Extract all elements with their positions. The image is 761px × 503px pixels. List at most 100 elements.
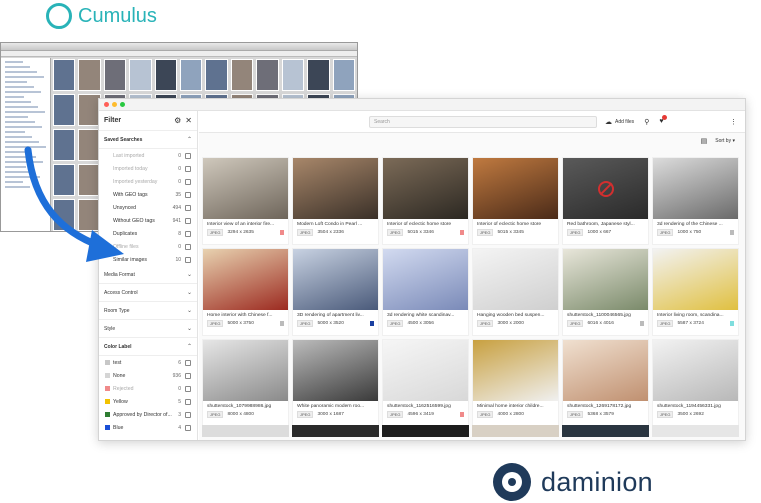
saved-search-checkbox[interactable] bbox=[185, 217, 191, 224]
thumbnail-image-partial[interactable] bbox=[202, 425, 289, 437]
saved-search-item[interactable]: Imported yesterday 0 bbox=[99, 175, 197, 188]
thumbnail-image[interactable] bbox=[653, 249, 738, 310]
thumbnail-image[interactable] bbox=[203, 249, 288, 310]
thumbnail-image[interactable] bbox=[383, 158, 468, 219]
saved-search-item[interactable]: Unsynced 494 bbox=[99, 201, 197, 214]
thumbnail-card[interactable]: Red bathroom, Japanese styl... JPEG 1000 x… bbox=[562, 157, 649, 245]
thumbnail-meta: JPEG 5368 x 3579 bbox=[563, 409, 648, 418]
thumbnail-image[interactable] bbox=[293, 158, 378, 219]
thumbnail-card[interactable]: shutterstock_1269178172.jpg JPEG 5368 x 35… bbox=[562, 339, 649, 427]
thumbnail-card[interactable]: Interior of eclectic home store JPEG 5015 … bbox=[382, 157, 469, 245]
saved-search-item[interactable]: Last imported 0 bbox=[99, 149, 197, 162]
thumbnail-image[interactable] bbox=[473, 158, 558, 219]
thumbnail-card[interactable]: Minimal home interior childre... JPEG 4000… bbox=[472, 339, 559, 427]
thumbnail-image[interactable] bbox=[653, 158, 738, 219]
saved-search-checkbox[interactable] bbox=[185, 243, 191, 250]
thumbnail-image[interactable] bbox=[473, 249, 558, 310]
color-label-checkbox[interactable] bbox=[185, 411, 191, 418]
saved-search-item[interactable]: Duplicates 8 bbox=[99, 227, 197, 240]
favorites-heart-icon[interactable]: ♥ bbox=[659, 115, 668, 125]
saved-search-checkbox[interactable] bbox=[185, 230, 191, 237]
thumbnail-image[interactable] bbox=[563, 158, 648, 219]
saved-search-item[interactable]: Offline files 0 bbox=[99, 240, 197, 253]
thumbnail-image[interactable] bbox=[293, 249, 378, 310]
filter-section-room-type[interactable]: Room Type ⌄ bbox=[99, 302, 197, 320]
thumbnail-meta: JPEG 3000 x 1687 bbox=[293, 409, 378, 418]
thumbnail-card[interactable]: Home interior with Chinese f... JPEG 5000 … bbox=[202, 248, 289, 336]
thumbnail-card[interactable]: 3D rendering of apartment liv... JPEG 5000… bbox=[292, 248, 379, 336]
thumbnail-card[interactable]: Hanging wooden bed suspen... JPEG 3000 x 2… bbox=[472, 248, 559, 336]
saved-search-checkbox[interactable] bbox=[185, 178, 191, 185]
close-window-dot[interactable] bbox=[104, 102, 109, 107]
color-label-header[interactable]: Color Label ⌃ bbox=[99, 338, 197, 356]
thumbnail-card[interactable]: Interior view of an interior fire... JPEG… bbox=[202, 157, 289, 245]
thumbnail-image-partial[interactable] bbox=[652, 425, 739, 437]
tree-line bbox=[5, 156, 36, 158]
thumbnail-image[interactable] bbox=[383, 340, 468, 401]
color-label-checkbox[interactable] bbox=[185, 385, 191, 392]
saved-searches-header[interactable]: Saved Searches ⌃ bbox=[99, 131, 197, 149]
format-badge: JPEG bbox=[657, 320, 674, 327]
thumbnail-image-partial[interactable] bbox=[292, 425, 379, 437]
gear-icon[interactable]: ⚙ bbox=[174, 116, 181, 125]
color-label-item[interactable]: Approved by Director of... 3 bbox=[99, 408, 197, 421]
thumbnail-image[interactable] bbox=[203, 340, 288, 401]
thumbnail-image-partial[interactable] bbox=[472, 425, 559, 437]
thumbnail-image[interactable] bbox=[563, 340, 648, 401]
location-pin-icon[interactable]: ⚲ bbox=[644, 118, 649, 126]
thumbnail-image[interactable] bbox=[563, 249, 648, 310]
saved-search-checkbox[interactable] bbox=[185, 165, 191, 172]
color-label-item[interactable]: test 6 bbox=[99, 356, 197, 369]
color-label-item[interactable]: Rejected 0 bbox=[99, 382, 197, 395]
thumbnail-card[interactable]: 3d rendering of the Chinese ... JPEG 1000 … bbox=[652, 157, 739, 245]
sort-by-button[interactable]: Sort by ▾ bbox=[715, 138, 735, 144]
thumbnail-image[interactable] bbox=[293, 340, 378, 401]
thumbnail-image[interactable] bbox=[653, 340, 738, 401]
view-mode-icon[interactable]: ▤ bbox=[701, 137, 708, 145]
thumbnail-card[interactable]: Interior of eclectic home store JPEG 5015 … bbox=[472, 157, 559, 245]
saved-search-checkbox[interactable] bbox=[185, 191, 191, 198]
saved-search-count: 35 bbox=[175, 191, 181, 198]
saved-search-item[interactable]: Imported today 0 bbox=[99, 162, 197, 175]
thumbnail-card[interactable]: shutterstock_1162516599.jpg JPEG 4596 x 34… bbox=[382, 339, 469, 427]
minimize-window-dot[interactable] bbox=[112, 102, 117, 107]
saved-search-item[interactable]: Similar images 10 bbox=[99, 253, 197, 266]
color-label-item[interactable]: None 936 bbox=[99, 369, 197, 382]
thumbnail-image[interactable] bbox=[383, 249, 468, 310]
thumbnail-image[interactable] bbox=[473, 340, 558, 401]
saved-search-item[interactable]: With GEO tags 35 bbox=[99, 188, 197, 201]
saved-search-checkbox[interactable] bbox=[185, 256, 191, 263]
thumbnail-card[interactable]: White panoramic modern roo... JPEG 3000 x … bbox=[292, 339, 379, 427]
close-icon[interactable]: ✕ bbox=[185, 116, 192, 125]
filter-section-style[interactable]: Style ⌄ bbox=[99, 320, 197, 338]
thumbnail-card[interactable]: Interior living room, scandina... JPEG 558… bbox=[652, 248, 739, 336]
color-label-checkbox[interactable] bbox=[185, 424, 191, 431]
more-menu-icon[interactable]: ⋮ bbox=[730, 118, 737, 126]
saved-search-checkbox[interactable] bbox=[185, 204, 191, 211]
thumbnail-card[interactable]: shutterstock_1194456331.jpg JPEG 3500 x 26… bbox=[652, 339, 739, 427]
saved-search-checkbox[interactable] bbox=[185, 152, 191, 159]
search-input[interactable]: Search bbox=[369, 115, 597, 128]
thumbnail-image[interactable] bbox=[203, 158, 288, 219]
filter-section-media-format[interactable]: Media Format ⌄ bbox=[99, 266, 197, 284]
thumbnail-card[interactable]: shutterstock_1100046565.jpg JPEG 6016 x 40… bbox=[562, 248, 649, 336]
thumbnail-image-partial[interactable] bbox=[382, 425, 469, 437]
filter-title: Filter bbox=[104, 117, 122, 124]
thumbnail-meta: JPEG 6016 x 4016 bbox=[563, 318, 648, 327]
maximize-window-dot[interactable] bbox=[120, 102, 125, 107]
thumbnail-caption: shutterstock_1100046565.jpg bbox=[567, 313, 631, 318]
thumbnail-image-partial[interactable] bbox=[562, 425, 649, 437]
thumbnail-card[interactable]: shutterstock_1079988986.jpg JPEG 8000 x 48… bbox=[202, 339, 289, 427]
saved-search-item[interactable]: Without GEO tags 941 bbox=[99, 214, 197, 227]
color-label-checkbox[interactable] bbox=[185, 359, 191, 366]
color-label-item[interactable]: Yellow 5 bbox=[99, 395, 197, 408]
color-label-checkbox[interactable] bbox=[185, 398, 191, 405]
thumbnail-card[interactable]: 3d rendering white scandinav... JPEG 4500 … bbox=[382, 248, 469, 336]
color-label-item[interactable]: Blue 4 bbox=[99, 421, 197, 434]
filter-section-access-control[interactable]: Access Control ⌄ bbox=[99, 284, 197, 302]
color-label-checkbox[interactable] bbox=[185, 372, 191, 379]
chevron-up-icon: ⌃ bbox=[186, 137, 192, 143]
thumbnail-card[interactable]: Modern Loft Condo in Pearl ... JPEG 3504 x… bbox=[292, 157, 379, 245]
add-files-button[interactable]: ☁ Add files bbox=[605, 118, 634, 126]
color-label-name: Yellow bbox=[113, 398, 128, 405]
